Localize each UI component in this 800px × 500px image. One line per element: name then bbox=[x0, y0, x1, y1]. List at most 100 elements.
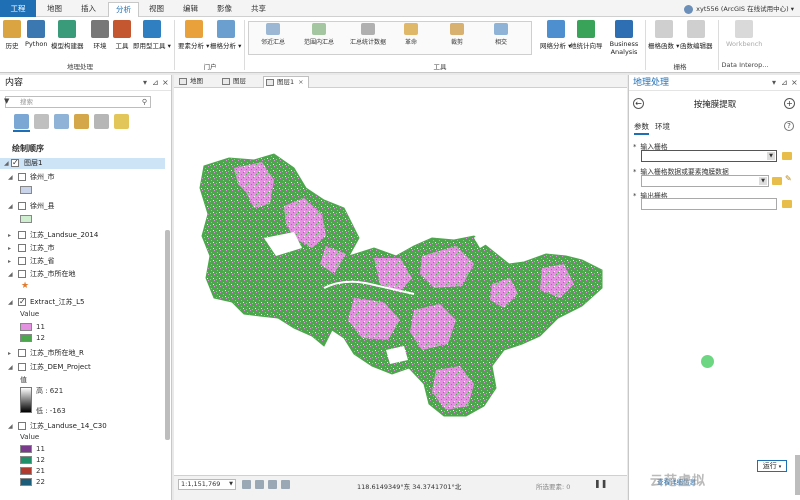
tab-parameters[interactable]: 参数 bbox=[634, 121, 649, 135]
tab-layer-view[interactable]: 图层 bbox=[220, 76, 250, 88]
list-by-editing-icon[interactable] bbox=[74, 114, 89, 129]
list-by-data-source-icon[interactable] bbox=[34, 114, 49, 129]
output-raster-field[interactable] bbox=[641, 198, 777, 210]
gallery-summary-statistics[interactable]: 汇总统计数据 bbox=[341, 23, 395, 46]
help-icon[interactable]: ? bbox=[784, 121, 794, 131]
coordinate-readout: 118.6149349°东 34.3741701°北 bbox=[357, 483, 462, 491]
grid-icon[interactable] bbox=[268, 480, 277, 489]
environments-button[interactable]: 环境 bbox=[91, 20, 109, 50]
layer-checkbox[interactable] bbox=[18, 270, 26, 278]
list-by-selection-icon[interactable] bbox=[54, 114, 69, 129]
gallery-tool-4[interactable]: 革命 bbox=[389, 23, 433, 46]
layer-extract[interactable]: ◢Extract_江苏_L5 bbox=[0, 296, 165, 308]
mask-data-field[interactable]: ▼ bbox=[641, 175, 769, 187]
close-tab-icon[interactable]: × bbox=[298, 78, 303, 86]
layer-checkbox[interactable] bbox=[18, 202, 26, 210]
pause-drawing-icon[interactable]: ❚❚ bbox=[594, 479, 607, 488]
feature-analysis-button[interactable]: 要素分析 ▾ bbox=[178, 20, 209, 50]
layer-landsue-2014[interactable]: ▸ 江苏_Landsue_2014 bbox=[0, 230, 165, 241]
layer-xuzhou-county[interactable]: ◢ 徐州_县 bbox=[0, 201, 165, 212]
close-icon[interactable]: × bbox=[162, 78, 169, 87]
function-editor-icon bbox=[687, 20, 706, 38]
layer-checkbox[interactable] bbox=[18, 231, 26, 239]
tools-button[interactable]: 工具 bbox=[113, 20, 131, 50]
layer-jiangsu-province[interactable]: ▸ 江苏_省 bbox=[0, 256, 165, 267]
tab-layer1-view[interactable]: 图层1 × bbox=[263, 76, 309, 88]
geostatistical-wizard-button[interactable]: 地统计向导 bbox=[570, 20, 603, 50]
tab-view[interactable]: 视图 bbox=[142, 2, 171, 17]
tab-analysis[interactable]: 分析 bbox=[108, 2, 139, 18]
pane-options-icon[interactable]: ▾ bbox=[772, 78, 776, 87]
list-by-snapping-icon[interactable] bbox=[94, 114, 109, 129]
layer-checkbox[interactable] bbox=[18, 363, 26, 371]
tab-map[interactable]: 地图 bbox=[40, 2, 69, 17]
workbench-button[interactable]: Workbench bbox=[726, 20, 762, 48]
snapping-icon[interactable] bbox=[281, 480, 290, 489]
close-icon[interactable]: × bbox=[791, 78, 798, 87]
chevron-down-icon[interactable]: ▼ bbox=[767, 152, 775, 160]
user-account[interactable]: xyt556 (ArcGIS 在线试用中心) ▾ bbox=[684, 3, 794, 14]
tab-project[interactable]: 工程 bbox=[0, 0, 36, 17]
layer-checkbox[interactable] bbox=[11, 157, 19, 168]
history-button[interactable]: 历史 bbox=[3, 20, 21, 50]
layer-jiangsu-capital[interactable]: ◢ 江苏_市所在地 bbox=[0, 269, 165, 280]
layer-landuse-14[interactable]: ◢ 江苏_Landuse_14_C30 bbox=[0, 421, 165, 432]
list-by-drawing-order-icon[interactable] bbox=[14, 114, 29, 129]
environments-icon bbox=[91, 20, 109, 38]
geoprocessing-scrollbar[interactable] bbox=[795, 455, 800, 495]
active-view-indicator bbox=[13, 130, 30, 132]
tab-imagery[interactable]: 影像 bbox=[210, 2, 239, 17]
group-label-portal: 门户 bbox=[203, 63, 217, 71]
contents-scrollbar[interactable] bbox=[165, 230, 170, 440]
browse-folder-icon[interactable] bbox=[772, 177, 782, 185]
tab-environments[interactable]: 环境 bbox=[655, 121, 670, 132]
layer-checkbox[interactable] bbox=[18, 173, 26, 181]
layer-checkbox[interactable] bbox=[18, 257, 26, 265]
pin-icon[interactable]: ⊿ bbox=[152, 78, 159, 87]
gallery-summarize-within[interactable]: 范围内汇总 bbox=[297, 23, 341, 46]
zoom-icon[interactable] bbox=[255, 480, 264, 489]
ready-to-use-tools-button[interactable]: 即用型工具 ▾ bbox=[133, 20, 171, 50]
list-by-labeling-icon[interactable] bbox=[114, 114, 129, 129]
tab-edit[interactable]: 编辑 bbox=[176, 2, 205, 17]
avatar bbox=[684, 4, 694, 14]
run-button[interactable]: 运行 ▾ bbox=[757, 460, 787, 472]
legend-swatch bbox=[20, 323, 32, 331]
contents-search-input[interactable]: ▼ 搜索 ⚲ bbox=[4, 96, 151, 108]
fixed-scale-icon[interactable] bbox=[242, 480, 251, 489]
tab-map-view[interactable]: 地图 bbox=[177, 76, 207, 88]
layer-checkbox[interactable] bbox=[18, 244, 26, 252]
map-layer-node[interactable]: ◢图层1 bbox=[0, 157, 165, 169]
business-analysis-button[interactable]: Business Analysis bbox=[608, 20, 640, 56]
map-canvas[interactable] bbox=[174, 88, 627, 475]
layer-checkbox[interactable] bbox=[18, 349, 26, 357]
layer-checkbox[interactable] bbox=[18, 422, 26, 430]
add-icon[interactable]: + bbox=[784, 98, 795, 109]
gallery-intersect[interactable]: 相交 bbox=[479, 23, 523, 46]
raster-analysis-button[interactable]: 栅格分析 ▾ bbox=[210, 20, 241, 50]
modelbuilder-button[interactable]: 模型构建器 bbox=[51, 20, 84, 50]
gallery-clip[interactable]: 裁剪 bbox=[435, 23, 479, 46]
input-raster-field[interactable]: ▼ bbox=[641, 150, 777, 162]
network-analysis-button[interactable]: 网络分析 ▾ bbox=[540, 20, 571, 50]
watermark: 云范虚拟 bbox=[650, 474, 707, 489]
chevron-down-icon[interactable]: ▼ bbox=[759, 177, 767, 185]
pencil-icon[interactable]: ✎ bbox=[785, 174, 792, 183]
scale-dropdown[interactable]: 1:1,151,769 ▼ bbox=[178, 479, 236, 490]
layer-jiangsu-city[interactable]: ▸ 江苏_市 bbox=[0, 243, 165, 254]
raster-functions-button[interactable]: 栅格函数 ▾ bbox=[648, 20, 679, 50]
function-editor-button[interactable]: 函数编辑器 bbox=[680, 20, 713, 50]
pin-icon[interactable]: ⊿ bbox=[781, 78, 788, 87]
python-button[interactable]: Python bbox=[25, 20, 48, 48]
gallery-summarize-nearby[interactable]: 邻近汇总 bbox=[251, 23, 295, 46]
tab-share[interactable]: 共享 bbox=[244, 2, 273, 17]
layer-xuzhou-city[interactable]: ◢ 徐州_市 bbox=[0, 172, 165, 183]
layer-jiangsu-capital-r[interactable]: ▸ 江苏_市所在地_R bbox=[0, 348, 165, 359]
browse-folder-icon[interactable] bbox=[782, 152, 792, 160]
browse-folder-icon[interactable] bbox=[782, 200, 792, 208]
layer-checkbox[interactable] bbox=[18, 296, 26, 307]
legend-swatch bbox=[20, 334, 32, 342]
layer-dem[interactable]: ◢ 江苏_DEM_Project bbox=[0, 362, 165, 373]
pane-options-icon[interactable]: ▾ bbox=[143, 78, 147, 87]
tab-insert[interactable]: 插入 bbox=[74, 2, 103, 17]
